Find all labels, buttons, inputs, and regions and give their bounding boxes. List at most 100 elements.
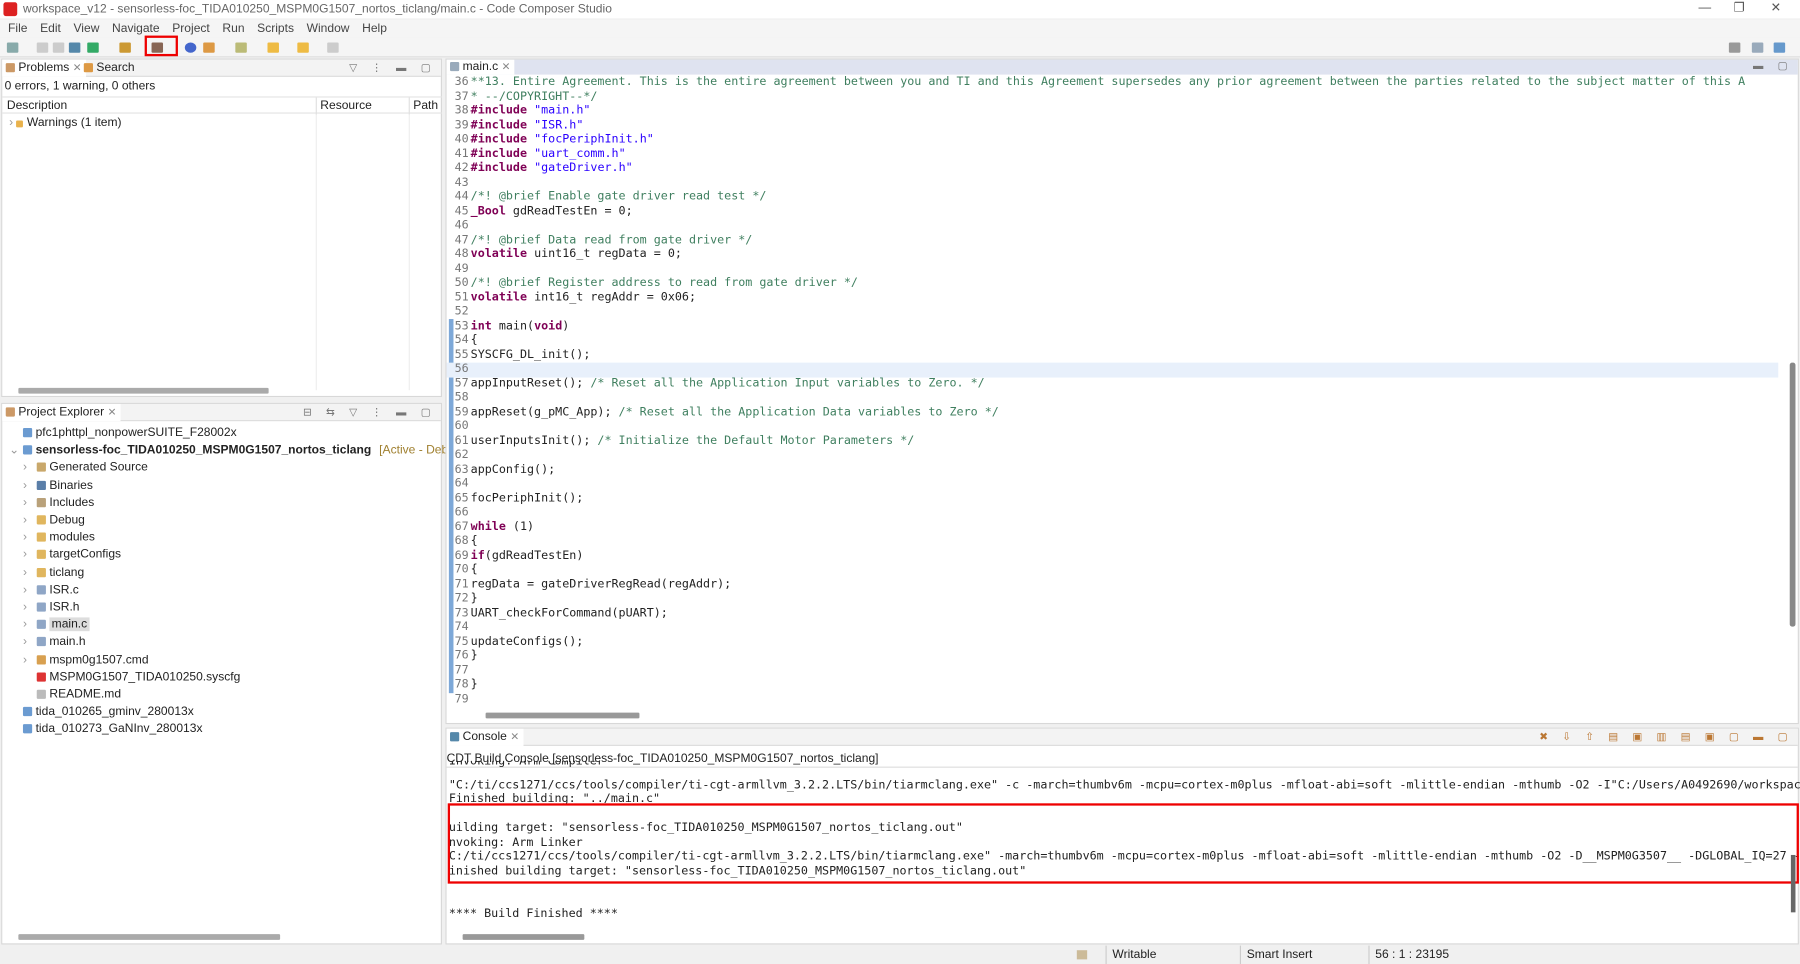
code-line[interactable]: 76 }: [447, 650, 1779, 664]
tab-project-explorer[interactable]: Project Explorer ✕: [2, 403, 121, 422]
code-line[interactable]: 59 appReset(g_pMC_App); /* Reset all the…: [447, 406, 1779, 420]
terminal-icon[interactable]: [68, 42, 81, 53]
code-line[interactable]: 56: [446, 362, 1779, 377]
tree-item[interactable]: README.md: [23, 686, 121, 703]
menu-navigate[interactable]: Navigate: [112, 22, 160, 36]
code-line[interactable]: 63 appConfig();: [447, 463, 1779, 477]
code-line[interactable]: 53 int main(void): [447, 320, 1779, 334]
minimize-button[interactable]: —: [1688, 0, 1722, 16]
chevron-right-icon[interactable]: ›: [23, 616, 37, 633]
prev-edit-icon[interactable]: [297, 42, 309, 53]
new-icon[interactable]: [6, 42, 19, 53]
view-toolbar[interactable]: ⊟ ⇆ ▽ ⋮ ▬ ▢: [303, 406, 436, 419]
task-icon[interactable]: [235, 42, 247, 53]
debug-icon[interactable]: [87, 42, 99, 53]
code-line[interactable]: 60: [447, 420, 1779, 434]
tree-item[interactable]: › Binaries: [23, 477, 93, 494]
search-icon[interactable]: [203, 42, 215, 53]
console-toolbar[interactable]: ✖ ⇩ ⇧ ▤ ▣ ▥ ▤ ▣ ▢ ▬ ▢: [1539, 731, 1793, 744]
tab-console[interactable]: Console ✕: [446, 728, 524, 746]
code-line[interactable]: 67 while (1): [447, 520, 1779, 534]
tree-item[interactable]: pfc1phttpl_nonpowerSUITE_F28002x: [9, 425, 237, 442]
view-toolbar[interactable]: ▽ ⋮ ▬ ▢: [349, 62, 436, 75]
code-line[interactable]: 61 userInputsInit(); /* Initialize the D…: [447, 434, 1779, 448]
tree-item[interactable]: MSPM0G1507_TIDA010250.syscfg: [23, 669, 240, 686]
code-line[interactable]: 41 #include "uart_comm.h": [447, 147, 1779, 161]
horizontal-scrollbar[interactable]: [18, 934, 281, 940]
code-line[interactable]: 43: [447, 176, 1779, 190]
tree-item[interactable]: ⌄ sensorless-foc_TIDA010250_MSPM0G1507_no…: [9, 442, 465, 459]
tree-item[interactable]: › targetConfigs: [23, 547, 121, 564]
tree-item[interactable]: › Includes: [23, 494, 94, 511]
code-line[interactable]: 70 {: [447, 563, 1779, 577]
code-line[interactable]: 47/*! @brief Data read from gate driver …: [447, 234, 1779, 248]
code-line[interactable]: 54{: [447, 334, 1779, 348]
code-line[interactable]: 73 UART_checkForCommand(pUART);: [447, 607, 1779, 621]
save-all-icon[interactable]: [52, 42, 65, 53]
vertical-scrollbar[interactable]: [1790, 854, 1796, 913]
code-line[interactable]: 64: [447, 477, 1779, 491]
menu-file[interactable]: File: [8, 22, 27, 36]
chevron-right-icon[interactable]: ›: [23, 564, 37, 581]
close-tab-icon[interactable]: ✕: [108, 406, 117, 417]
chevron-right-icon[interactable]: ›: [23, 459, 37, 476]
code-line[interactable]: 74: [447, 621, 1779, 635]
code-line[interactable]: 40 #include "focPeriphInit.h": [447, 133, 1779, 147]
chevron-down-icon[interactable]: ⌄: [9, 442, 23, 459]
code-line[interactable]: 46: [447, 219, 1779, 233]
horizontal-scrollbar[interactable]: [18, 387, 269, 394]
ccs-edit-perspective-icon[interactable]: [1773, 42, 1786, 53]
chevron-right-icon[interactable]: ›: [23, 477, 37, 494]
tree-item[interactable]: › Generated Source: [23, 459, 148, 476]
chevron-right-icon[interactable]: ›: [23, 512, 37, 529]
column-path[interactable]: Path: [408, 97, 438, 115]
code-line[interactable]: 39 #include "ISR.h": [447, 119, 1779, 133]
code-line[interactable]: 36 **13. Entire Agreement. This is the e…: [447, 76, 1779, 90]
code-line[interactable]: 68 {: [447, 535, 1779, 549]
code-line[interactable]: 77: [447, 664, 1779, 678]
code-line[interactable]: 58: [447, 391, 1779, 405]
code-line[interactable]: 48 volatile uint16_t regData = 0;: [447, 248, 1779, 262]
tree-item[interactable]: › mspm0g1507.cmd: [23, 651, 149, 668]
tab-search[interactable]: Search: [80, 60, 139, 77]
tree-item[interactable]: tida_010273_GaNInv_280013x: [9, 721, 202, 738]
code-line[interactable]: 57 appInputReset(); /* Reset all the App…: [447, 377, 1779, 391]
code-line[interactable]: 42 #include "gateDriver.h": [447, 162, 1779, 176]
horizontal-scrollbar[interactable]: [485, 712, 640, 719]
code-line[interactable]: 78}: [447, 678, 1779, 692]
tab-main-c[interactable]: main.c ✕: [446, 59, 515, 75]
menu-view[interactable]: View: [73, 22, 99, 36]
tree-item[interactable]: › ISR.h: [23, 599, 80, 616]
tree-item[interactable]: › main.c: [23, 616, 90, 633]
tree-item[interactable]: › modules: [23, 529, 95, 546]
flash-icon[interactable]: [119, 42, 131, 53]
code-line[interactable]: 71 regData = gateDriverRegRead(regAddr);: [447, 578, 1779, 592]
perspective-icon[interactable]: [1751, 42, 1764, 53]
tab-problems[interactable]: Problems ✕: [2, 59, 86, 77]
save-icon[interactable]: [36, 42, 49, 53]
search-toolbar-icon[interactable]: [1728, 42, 1741, 53]
forward-icon[interactable]: [327, 42, 339, 53]
chevron-right-icon[interactable]: ›: [23, 651, 37, 668]
code-line[interactable]: 65 focPeriphInit();: [447, 492, 1779, 506]
menu-project[interactable]: Project: [172, 22, 210, 36]
chevron-right-icon[interactable]: ›: [23, 547, 37, 564]
horizontal-scrollbar[interactable]: [462, 934, 585, 940]
menu-help[interactable]: Help: [362, 22, 387, 36]
code-line[interactable]: 51 volatile int16_t regAddr = 0x06;: [447, 291, 1779, 305]
menu-edit[interactable]: Edit: [40, 22, 61, 36]
back-icon[interactable]: [267, 42, 279, 53]
tree-item[interactable]: › main.h: [23, 634, 86, 651]
code-line[interactable]: 75 updateConfigs();: [447, 635, 1779, 649]
code-line[interactable]: 72 }: [447, 592, 1779, 606]
column-resource[interactable]: Resource: [315, 97, 372, 115]
code-line[interactable]: 45 _Bool gdReadTestEn = 0;: [447, 205, 1779, 219]
refresh-icon[interactable]: [184, 42, 197, 53]
close-button[interactable]: ✕: [1759, 0, 1793, 16]
chevron-right-icon[interactable]: ›: [23, 582, 37, 599]
chevron-right-icon[interactable]: ›: [23, 634, 37, 651]
code-line[interactable]: 55 SYSCFG_DL_init();: [447, 348, 1779, 362]
tree-item[interactable]: › ticlang: [23, 564, 84, 581]
code-line[interactable]: 44/*! @brief Enable gate driver read tes…: [447, 191, 1779, 205]
menu-scripts[interactable]: Scripts: [257, 22, 294, 36]
